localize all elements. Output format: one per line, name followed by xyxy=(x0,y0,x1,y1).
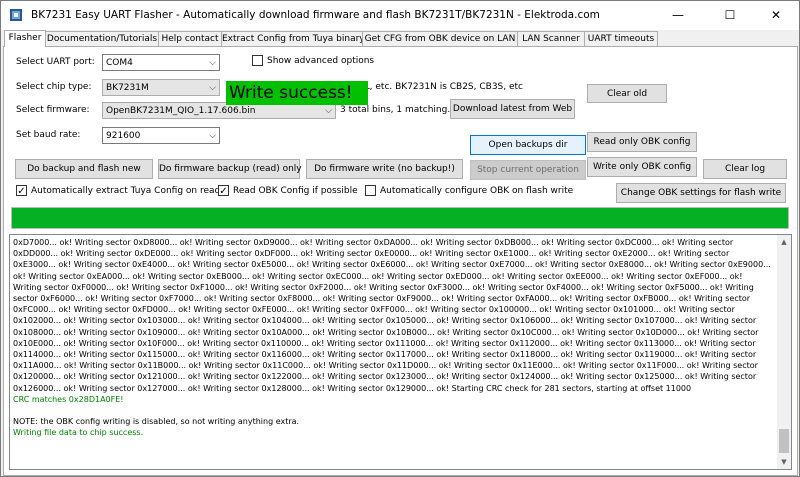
change-obk-settings-button[interactable]: Change OBK settings for flash write xyxy=(616,183,786,203)
log-output[interactable]: 0xD7000... ok! Writing sector 0xD8000...… xyxy=(9,234,792,470)
chevron-down-icon: ⌵ xyxy=(209,131,216,141)
log-text: 0xD7000... ok! Writing sector 0xD8000...… xyxy=(13,237,773,439)
show-advanced-checkbox[interactable]: Show advanced options xyxy=(252,55,374,66)
extract-tuya-config-checkbox[interactable]: ✓ Automatically extract Tuya Config on re… xyxy=(16,185,221,197)
show-advanced-label: Show advanced options xyxy=(267,56,375,66)
firmware-value: OpenBK7231M_QIO_1.17.606.bin xyxy=(106,106,256,116)
firmware-label: Select firmware: xyxy=(16,105,90,115)
window-title: BK7231 Easy UART Flasher - Automatically… xyxy=(31,9,600,21)
auto-configure-obk-label: Automatically configure OBK on flash wri… xyxy=(380,186,574,196)
firmware-backup-button[interactable]: Do firmware backup (read) only xyxy=(158,159,302,179)
baud-rate-label: Set baud rate: xyxy=(16,130,81,140)
log-line: 0xD7000... ok! Writing sector 0xD8000...… xyxy=(13,238,774,393)
log-line: CRC matches 0x28D1A0FE! xyxy=(13,394,124,404)
read-only-obk-config-button[interactable]: Read only OBK config xyxy=(587,132,697,152)
checkbox-box xyxy=(365,185,376,196)
maximize-button[interactable]: ☐ xyxy=(707,1,753,30)
uart-port-select[interactable]: COM4 ⌵ xyxy=(102,54,220,71)
checkbox-box: ✓ xyxy=(16,185,27,197)
close-button[interactable]: ✕ xyxy=(753,1,799,30)
chip-type-value: BK7231M xyxy=(106,83,149,93)
progress-bar xyxy=(11,207,789,229)
tab-uart-timeouts[interactable]: UART timeouts xyxy=(584,31,658,46)
status-message: Write success! xyxy=(226,81,368,105)
uart-port-label: Select UART port: xyxy=(16,57,95,67)
backup-and-flash-button[interactable]: Do backup and flash new xyxy=(15,159,153,179)
tab-documentation[interactable]: Documentation/Tutorials xyxy=(45,31,159,46)
write-only-obk-config-button[interactable]: Write only OBK config xyxy=(587,157,697,177)
firmware-info-text: 3 total bins, 1 matching. xyxy=(340,105,451,115)
flasher-panel: Select UART port: COM4 ⌵ Show advanced o… xyxy=(3,46,798,476)
scrollbar-thumb[interactable] xyxy=(779,429,789,453)
log-line: NOTE: the OBK config writing is disabled… xyxy=(13,417,300,427)
title-bar[interactable]: BK7231 Easy UART Flasher - Automatically… xyxy=(1,1,799,30)
checkbox-box: ✓ xyxy=(218,185,229,197)
read-obk-config-label: Read OBK Config if possible xyxy=(233,186,358,196)
checkbox-box xyxy=(252,55,263,66)
scroll-down-arrow-icon[interactable]: ▼ xyxy=(777,455,791,469)
firmware-write-button[interactable]: Do firmware write (no backup!) xyxy=(306,159,463,179)
chevron-down-icon: ⌵ xyxy=(209,58,216,68)
auto-configure-obk-checkbox[interactable]: Automatically configure OBK on flash wri… xyxy=(365,185,573,196)
tab-flasher[interactable]: Flasher xyxy=(4,30,46,47)
baud-rate-select[interactable]: 921600 ⌵ xyxy=(102,127,220,144)
tab-extract-config[interactable]: Extract Config from Tuya binary xyxy=(221,31,365,46)
download-latest-button[interactable]: Download latest from Web xyxy=(450,99,575,119)
read-obk-config-checkbox[interactable]: ✓ Read OBK Config if possible xyxy=(218,185,358,197)
chevron-down-icon: ⌵ xyxy=(209,83,216,93)
chevron-down-icon: ⌵ xyxy=(325,106,332,116)
minimize-button[interactable]: — xyxy=(655,1,701,30)
log-scrollbar[interactable]: ▲ ▼ xyxy=(777,235,791,469)
app-window: BK7231 Easy UART Flasher - Automatically… xyxy=(0,0,800,477)
tab-strip: Flasher Documentation/Tutorials Help con… xyxy=(3,30,799,47)
tab-lan-scanner[interactable]: LAN Scanner xyxy=(517,31,585,46)
tab-help-contact[interactable]: Help contact xyxy=(158,31,222,46)
tab-get-cfg-lan[interactable]: Get CFG from OBK device on LAN xyxy=(362,31,518,46)
app-icon xyxy=(10,9,22,21)
scroll-up-arrow-icon[interactable]: ▲ xyxy=(777,235,791,249)
clear-log-button[interactable]: Clear log xyxy=(703,159,787,179)
baud-rate-value: 921600 xyxy=(106,131,141,141)
stop-operation-button[interactable]: Stop current operation xyxy=(470,160,586,180)
progress-fill xyxy=(12,208,788,228)
chip-type-select[interactable]: BK7231M ⌵ xyxy=(102,79,220,96)
clear-old-button[interactable]: Clear old xyxy=(587,84,667,103)
uart-port-value: COM4 xyxy=(106,58,133,68)
chip-type-label: Select chip type: xyxy=(16,82,92,92)
extract-tuya-config-label: Automatically extract Tuya Config on rea… xyxy=(31,186,221,196)
log-line: Writing file data to chip success. xyxy=(13,428,144,438)
open-backups-dir-button[interactable]: Open backups dir xyxy=(470,135,586,155)
